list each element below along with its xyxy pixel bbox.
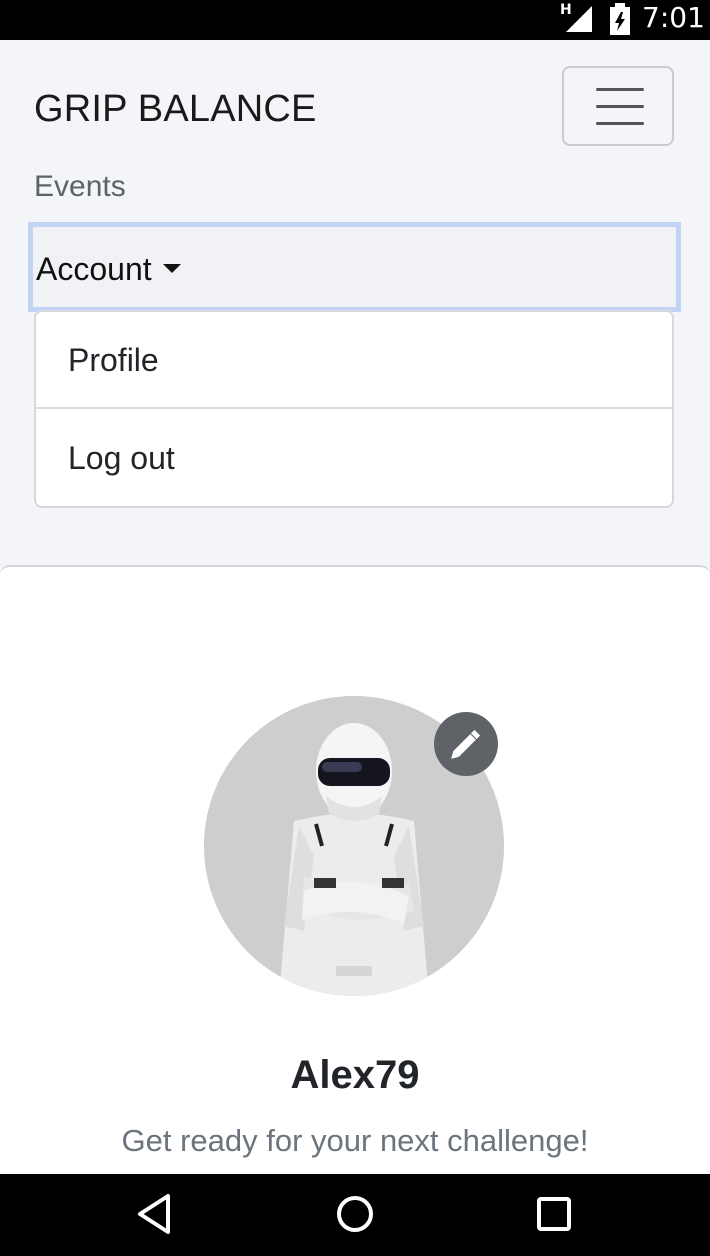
menu-toggle-button[interactable] xyxy=(562,66,674,146)
dropdown-item-profile[interactable]: Profile xyxy=(36,312,672,409)
edit-avatar-button[interactable] xyxy=(434,712,498,776)
pencil-icon xyxy=(451,729,481,759)
signal-icon xyxy=(566,6,592,32)
clock: 7:01 xyxy=(642,1,705,34)
system-navigation-bar xyxy=(0,1174,710,1256)
recents-square-icon[interactable] xyxy=(536,1192,572,1236)
dropdown-item-logout[interactable]: Log out xyxy=(36,410,672,507)
status-bar: H 7:01 xyxy=(0,0,710,40)
account-label: Account xyxy=(36,251,152,287)
account-dropdown-menu: Profile Log out xyxy=(34,310,674,508)
caret-down-icon xyxy=(163,264,181,273)
profile-tagline: Get ready for your next challenge! xyxy=(121,1123,589,1158)
back-triangle-icon[interactable] xyxy=(134,1192,174,1236)
brand-title[interactable]: GRIP BALANCE xyxy=(34,88,317,131)
battery-charging-icon xyxy=(610,3,630,35)
account-dropdown-toggle[interactable]: Account xyxy=(28,222,681,312)
navbar: GRIP BALANCE Events Account Profile Log … xyxy=(0,40,710,565)
home-circle-icon[interactable] xyxy=(334,1192,376,1236)
nav-link-events[interactable]: Events xyxy=(34,170,126,204)
username: Alex79 xyxy=(290,1053,420,1097)
profile-card: Alex79 Get ready for your next challenge… xyxy=(0,565,710,1185)
